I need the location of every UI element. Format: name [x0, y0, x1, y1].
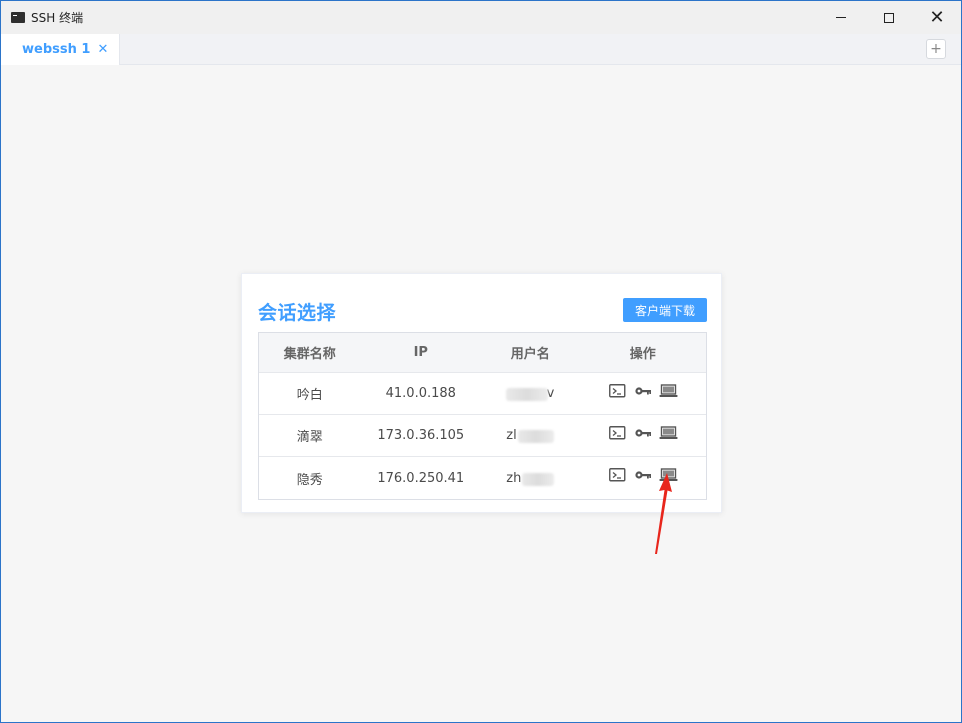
close-window-button[interactable]: ✕	[913, 1, 961, 34]
cluster-name: 滴翠	[296, 430, 323, 445]
username-visible: zh	[506, 470, 522, 486]
key-icon[interactable]	[634, 426, 652, 440]
close-icon: ✕	[929, 7, 945, 28]
ip-address: 173.0.36.105	[377, 428, 465, 443]
terminal-icon[interactable]	[608, 425, 627, 440]
username: zh	[481, 457, 580, 499]
ip-address: 176.0.250.41	[377, 470, 465, 486]
table-row: 隐秀 176.0.250.41 zh	[259, 457, 706, 499]
plus-icon: +	[930, 41, 942, 57]
terminal-icon[interactable]	[608, 468, 627, 482]
minimize-icon	[836, 17, 846, 18]
tab-bar: webssh 1 ✕ +	[1, 34, 961, 65]
window-title: SSH 终端	[31, 11, 84, 25]
table-header: 集群名称 IP 用户名 操作	[259, 333, 706, 373]
table-row: 滴翠 173.0.36.105 zl	[259, 415, 706, 457]
username: zl	[481, 415, 580, 456]
tab-webssh-1[interactable]: webssh 1 ✕	[1, 34, 120, 65]
operations	[580, 415, 706, 456]
window-controls: ✕	[817, 1, 961, 34]
redaction-mask	[506, 388, 549, 401]
username: v	[481, 373, 580, 414]
tab-close-icon[interactable]: ✕	[97, 42, 108, 57]
annotation-arrow	[655, 473, 672, 554]
laptop-icon[interactable]	[659, 425, 678, 440]
laptop-icon[interactable]	[659, 383, 678, 398]
ip-address: 41.0.0.188	[385, 386, 456, 401]
session-table: 集群名称 IP 用户名 操作 吟白 41.0.0.188 v 滴翠 173.0.…	[258, 332, 707, 500]
header-cluster: 集群名称	[283, 347, 336, 362]
card-title: 会话选择	[258, 302, 337, 324]
maximize-button[interactable]	[865, 1, 913, 34]
title-bar: SSH 终端 ✕	[1, 1, 961, 34]
cluster-name: 隐秀	[296, 472, 323, 488]
cluster-name: 吟白	[296, 388, 323, 403]
header-operation: 操作	[629, 347, 656, 362]
add-tab-button[interactable]: +	[926, 39, 946, 59]
app-window: SSH 终端 ✕ webssh 1 ✕ + 会话选择 客户端下载 集群名称 IP…	[0, 0, 962, 723]
table-row: 吟白 41.0.0.188 v	[259, 373, 706, 415]
terminal-icon[interactable]	[608, 383, 627, 398]
redaction-mask	[518, 430, 555, 443]
key-icon[interactable]	[634, 384, 652, 398]
maximize-icon	[884, 12, 894, 23]
redaction-mask	[522, 472, 555, 486]
minimize-button[interactable]	[817, 1, 865, 34]
username-visible: zl	[506, 428, 517, 443]
header-ip: IP	[413, 345, 428, 360]
tab-label: webssh 1	[22, 42, 91, 57]
terminal-app-icon	[11, 12, 25, 23]
client-download-button[interactable]: 客户端下载	[623, 298, 707, 322]
operations	[580, 373, 706, 414]
header-user: 用户名	[510, 347, 550, 362]
